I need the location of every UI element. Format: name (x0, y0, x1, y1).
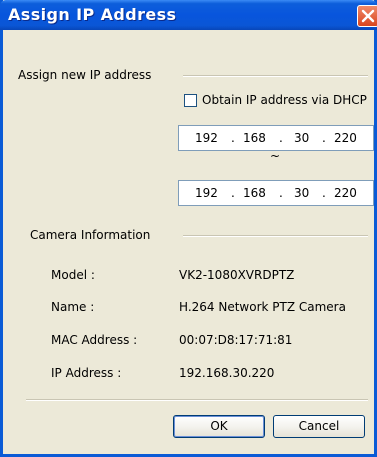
ip-value: 192.168.30.220 (179, 366, 275, 380)
footer-divider (26, 399, 368, 401)
assign-section-divider (183, 75, 368, 77)
end-ip-octet-2[interactable]: 168 (243, 186, 266, 200)
close-icon (361, 9, 375, 23)
model-value: VK2-1080XVRDPTZ (179, 268, 295, 282)
camera-section-divider (183, 235, 368, 237)
mac-label: MAC Address : (51, 333, 138, 347)
end-ip-octet-3[interactable]: 30 (294, 186, 309, 200)
name-value: H.264 Network PTZ Camera (179, 300, 346, 314)
name-label: Name : (51, 300, 95, 314)
end-ip-octet-4[interactable]: 220 (334, 186, 357, 200)
range-separator: ~ (270, 149, 281, 163)
close-button[interactable] (357, 5, 377, 27)
camera-section-label: Camera Information (30, 228, 151, 242)
model-label: Model : (51, 268, 95, 282)
end-ip-field[interactable]: 192 . 168 . 30 . 220 (178, 180, 374, 206)
start-ip-octet-2[interactable]: 168 (243, 131, 266, 145)
ip-label: IP Address : (51, 366, 122, 380)
start-ip-field[interactable]: 192 . 168 . 30 . 220 (178, 125, 374, 151)
assign-ip-dialog: Assign IP Address Assign new IP address … (0, 0, 377, 457)
end-ip-octet-1[interactable]: 192 (195, 186, 218, 200)
ok-button[interactable]: OK (173, 415, 265, 438)
dhcp-label[interactable]: Obtain IP address via DHCP (202, 93, 367, 107)
start-ip-octet-1[interactable]: 192 (195, 131, 218, 145)
start-ip-octet-4[interactable]: 220 (334, 131, 357, 145)
title-bar[interactable]: Assign IP Address (0, 0, 377, 30)
dhcp-checkbox[interactable] (184, 94, 197, 107)
cancel-button[interactable]: Cancel (273, 415, 365, 438)
start-ip-octet-3[interactable]: 30 (294, 131, 309, 145)
assign-section-label: Assign new IP address (18, 68, 152, 82)
window-title: Assign IP Address (8, 5, 177, 24)
mac-value: 00:07:D8:17:71:81 (179, 333, 293, 347)
